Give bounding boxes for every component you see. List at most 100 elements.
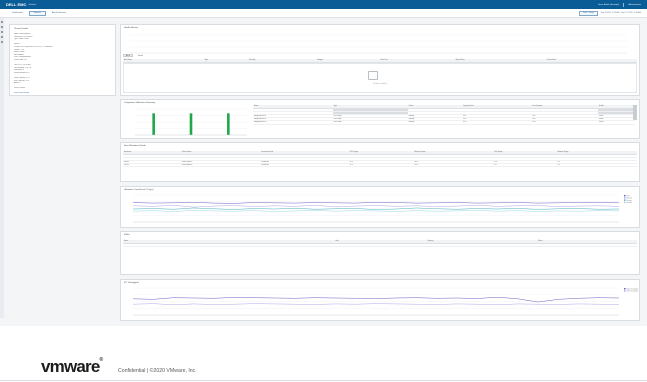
ssds-widget: SSDs Name Host Capacity Status naa.5000c500…	[120, 231, 640, 275]
component-utilization-widget: Component Utilization Summary Name Type St…	[120, 99, 640, 139]
series-line	[132, 205, 620, 208]
time-range-button[interactable]: Last 7 Days	[579, 10, 598, 16]
footer-rule	[0, 380, 647, 381]
fact-line: Policy: Default	[14, 87, 25, 90]
table-cell: diskgroup-esx-03	[253, 120, 333, 125]
widget-title: Utilization Trend (Last 7 Days)	[124, 189, 154, 191]
topbar-actions: Grace Admin (Example) Administration	[598, 2, 641, 7]
settings-icon[interactable]	[1, 41, 3, 43]
table-cell: Healthy	[536, 243, 637, 247]
table-header: Alert Name Type Criticality Subtype Start Ti…	[123, 59, 637, 63]
table-cell: 42%	[462, 120, 532, 125]
capacity-bar-chart	[135, 108, 247, 136]
dashboard-tabbar: Dashboards Reports Add Dashboard Last 7 …	[0, 9, 647, 18]
series-line	[132, 202, 620, 204]
series-line	[132, 303, 620, 305]
table-cell: Disk Group	[332, 120, 408, 125]
home-icon[interactable]	[1, 21, 3, 23]
legend-swatch	[624, 197, 626, 199]
table-body: cluster-01 vSAN Datastore Connected 41% 59% G…	[253, 108, 635, 125]
column-header[interactable]: Start Time	[379, 59, 455, 63]
column-header[interactable]: Control State	[545, 59, 637, 63]
table-cell: 800 GB	[426, 243, 537, 247]
bar	[227, 113, 230, 135]
brand-text: vmware	[41, 357, 100, 376]
bar	[189, 113, 193, 135]
confidential-notice: Confidential | ©2020 VMware, Inc.	[118, 368, 197, 374]
alerts-icon[interactable]	[1, 31, 3, 33]
inventory-icon[interactable]	[1, 36, 3, 38]
y-gridlines	[129, 34, 627, 54]
table-cell: naa.5000c500a1b2	[123, 243, 335, 247]
widget-title: Component Utilization Summary	[124, 102, 156, 104]
column-header[interactable]: Criticality	[247, 59, 317, 63]
left-icon-rail	[0, 18, 4, 318]
tab-alerts[interactable]: Alerts	[123, 54, 134, 57]
hosts-table: Hostname Cluster Name Connection State CPU …	[123, 151, 637, 168]
table-cell: cluster-prod-01	[180, 163, 260, 168]
column-header[interactable]: Object Name	[454, 59, 546, 63]
table-row[interactable]: diskgroup-esx-03 Disk Group Healthy 42% 58% G…	[253, 120, 635, 125]
alert-tabs: Alerts Events	[123, 54, 146, 57]
ssds-table: Name Host Capacity Status naa.5000c500a1b2 e…	[123, 240, 637, 247]
host-utilization-widget: Host Utilization Details Hostname Cluster…	[120, 142, 640, 182]
table-row[interactable]: esx-04 cluster-prod-01 Connected 27% 55% 9% 5%	[123, 163, 637, 168]
table-cell: Connected	[259, 163, 349, 168]
column-header[interactable]: Alert Name	[123, 59, 204, 63]
table-body: naa.5000c500a1b2 esx-01 800 GB Healthy	[123, 243, 637, 247]
top-navigation-bar: DELL EMC vRealize Grace Admin (Example) …	[0, 0, 647, 9]
panel-title: Cluster Details	[14, 28, 29, 30]
table-cell: 58%	[531, 120, 598, 125]
legend-swatch	[624, 195, 626, 197]
table-cell: esx-01	[334, 243, 427, 247]
utilization-trend-widget: Utilization Trend (Last 7 Days) CPU Memor…	[120, 186, 640, 228]
health-history-widget: Health History Alerts Events Alert Name T…	[120, 24, 640, 96]
io-throughput-chart: Read ThroughputWrite Throughput	[132, 287, 639, 316]
widget-title: Health History	[124, 27, 138, 29]
admin-menu[interactable]: Administration	[628, 4, 641, 6]
column-header[interactable]: Type	[203, 59, 248, 63]
series-line	[132, 210, 620, 212]
table-cell: esx-04	[123, 163, 181, 168]
facts-list: Name: cluster-prod-01 Datacenter: DC-West…	[14, 33, 111, 90]
legend-label: CPU	[627, 195, 630, 197]
legend-swatch	[624, 201, 626, 204]
time-range-text: Sep 3 2020, 9:00 AM - Sep 10 2020, 9:00 …	[600, 12, 641, 14]
logo: DELL EMC	[6, 2, 27, 7]
view-details-link[interactable]: View Cluster Details	[14, 92, 111, 95]
dashboard-icon[interactable]	[1, 26, 3, 28]
app-window: DELL EMC vRealize Grace Admin (Example) …	[0, 0, 647, 326]
widget-title: I/O Throughput	[124, 282, 139, 284]
table-scrollbar[interactable]	[633, 105, 637, 120]
tab-dashboards[interactable]: Dashboards	[8, 11, 27, 16]
legend-swatch	[624, 290, 626, 292]
tab-reports[interactable]: Reports	[28, 10, 46, 16]
io-throughput-widget: I/O Throughput Read Throughput Write Thro…	[120, 279, 640, 321]
empty-state-icon	[368, 71, 378, 80]
bar	[152, 113, 155, 135]
product-name: vRealize	[28, 3, 37, 6]
legend-swatch	[624, 288, 626, 290]
column-header[interactable]: Subtype	[316, 59, 380, 63]
alerts-empty-area: No data to display	[123, 63, 637, 93]
legend-label: Read Throughput	[627, 287, 639, 290]
table-cell: 55%	[413, 163, 494, 168]
table-cell: 9%	[493, 163, 557, 168]
empty-state-text: No data to display	[373, 83, 387, 85]
divider	[623, 2, 625, 7]
registered-mark: ®	[99, 357, 104, 363]
tab-events[interactable]: Events	[135, 54, 146, 57]
table-cell: Green	[597, 120, 635, 125]
table-cell: 5%	[556, 163, 637, 168]
widget-title: Host Utilization Details	[124, 145, 146, 147]
time-range-controls: Last 7 Days Sep 3 2020, 9:00 AM - Sep 10…	[579, 10, 647, 16]
cluster-details-panel: Cluster Details Name: cluster-prod-01 Dat…	[9, 24, 116, 96]
table-row[interactable]: naa.5000c500a1b2 esx-01 800 GB Healthy	[123, 243, 637, 247]
widget-title: SSDs	[124, 234, 130, 236]
tab-add-dashboard[interactable]: Add Dashboard	[48, 11, 70, 16]
utilization-trend-chart: CPUMemoryStorageNetwork	[132, 194, 632, 223]
vmware-logo: vmware®	[41, 357, 104, 377]
user-menu[interactable]: Grace Admin (Example)	[598, 4, 619, 6]
legend-swatch	[624, 199, 626, 201]
table-cell: 27%	[348, 163, 414, 168]
